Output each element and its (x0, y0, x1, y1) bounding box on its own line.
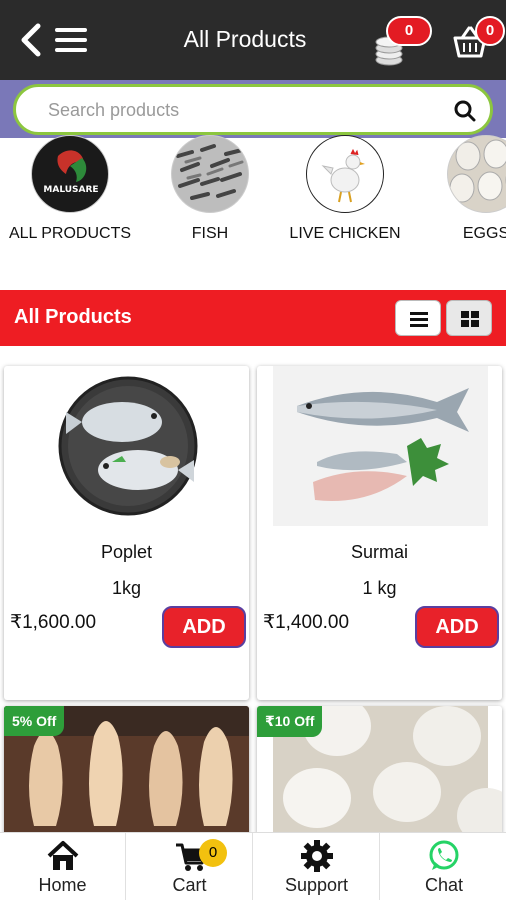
fish-category-image (171, 135, 249, 213)
product-card-eggs[interactable]: ₹10 Off (257, 706, 502, 836)
product-name: Surmai (350, 542, 408, 562)
category-label: FISH (191, 225, 229, 242)
grid-view-button[interactable] (446, 300, 492, 336)
add-to-cart-button[interactable]: ADD (162, 606, 246, 648)
product-card-surmai[interactable]: Surmai 1 kg ₹1,400.00 ADD (257, 366, 502, 700)
eggs-category-image (447, 135, 506, 213)
wallet-coins-button[interactable]: 0 (374, 16, 432, 68)
section-header: All Products (0, 290, 506, 346)
header-cart-count-badge: 0 (475, 16, 505, 46)
list-icon (410, 312, 428, 327)
category-label: ALL PRODUCTS (8, 225, 132, 242)
category-fish[interactable]: FISH (140, 135, 280, 255)
product-name: Poplet (100, 542, 153, 562)
search-icon[interactable] (454, 100, 476, 122)
coins-count-badge: 0 (386, 16, 432, 46)
nav-support[interactable]: Support (254, 833, 380, 900)
product-price: ₹1,600.00 (10, 612, 97, 633)
category-label: LIVE CHICKEN (289, 225, 401, 242)
search-bar[interactable] (13, 84, 493, 135)
whatsapp-icon (429, 840, 459, 870)
category-label: EGGS (462, 225, 506, 242)
product-card-chicken[interactable]: 5% Off (4, 706, 249, 836)
menu-icon[interactable] (55, 28, 87, 52)
live-chicken-category-image (306, 135, 384, 213)
home-icon (47, 841, 78, 870)
back-arrow-icon[interactable] (18, 22, 46, 58)
discount-badge: ₹10 Off (257, 706, 323, 737)
product-quantity: 1 kg (362, 578, 397, 598)
product-image-poplet (4, 366, 249, 526)
product-price: ₹1,400.00 (263, 612, 350, 633)
nav-home-label: Home (38, 875, 87, 895)
nav-chat[interactable]: Chat (381, 833, 506, 900)
list-view-button[interactable] (395, 300, 441, 336)
category-all-products[interactable]: MALUSARE ALL PRODUCTS (0, 135, 140, 255)
malusare-logo: MALUSARE (31, 135, 109, 213)
category-eggs[interactable]: EGGS (416, 135, 506, 255)
nav-home[interactable]: Home (0, 833, 126, 900)
product-image-surmai (257, 366, 502, 526)
nav-cart[interactable]: 0 Cart (127, 833, 253, 900)
bottom-navigation: Home 0 Cart Support Chat (0, 832, 506, 900)
header-cart-button[interactable]: 0 (451, 16, 505, 64)
gear-icon (300, 840, 333, 872)
nav-chat-label: Chat (424, 875, 464, 895)
category-live-chicken[interactable]: LIVE CHICKEN (275, 135, 415, 255)
discount-badge: 5% Off (4, 706, 65, 736)
add-to-cart-button[interactable]: ADD (415, 606, 499, 648)
nav-cart-count-badge: 0 (199, 839, 227, 867)
grid-icon (461, 311, 479, 327)
product-card-poplet[interactable]: Poplet 1kg ₹1,600.00 ADD (4, 366, 249, 700)
search-input[interactable] (48, 97, 428, 123)
nav-cart-label: Cart (172, 875, 207, 895)
malusare-logo-text: MALUSARE (43, 185, 98, 195)
nav-support-label: Support (284, 875, 349, 895)
app-bar: All Products 0 0 (0, 0, 506, 80)
product-quantity: 1kg (111, 578, 142, 598)
section-title: All Products (14, 306, 132, 328)
page-title: All Products (183, 26, 307, 52)
